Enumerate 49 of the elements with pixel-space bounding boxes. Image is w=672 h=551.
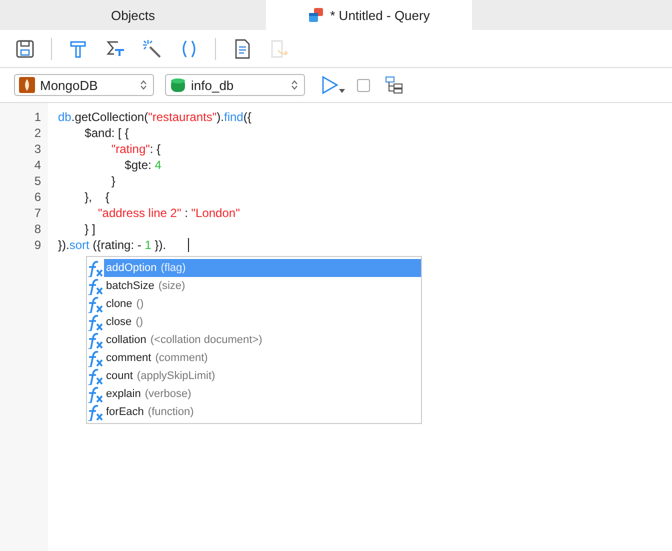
function-icon xyxy=(87,314,104,330)
function-icon xyxy=(87,332,104,348)
function-icon xyxy=(87,404,104,420)
leaf-icon xyxy=(19,77,35,93)
updown-caret-icon xyxy=(140,80,147,90)
line-number: 8 xyxy=(33,221,42,237)
completion-item[interactable]: count (applySkipLimit) xyxy=(104,367,218,385)
tree-icon[interactable] xyxy=(385,76,403,94)
line-number: 4 xyxy=(33,157,42,173)
code-line: db.getCollection("restaurants").find({ xyxy=(58,109,252,125)
tab[interactable]: * Untitled - Query xyxy=(266,0,472,30)
line-number: 6 xyxy=(33,189,42,205)
database-select[interactable]: info_db xyxy=(165,74,305,96)
database-icon xyxy=(170,77,186,93)
function-icon xyxy=(87,386,104,402)
stop-checkbox[interactable] xyxy=(357,78,370,92)
code-line: "address line 2" : "London" xyxy=(97,205,241,221)
completion-item[interactable]: collation (<collation document>) xyxy=(104,331,264,349)
function-icon xyxy=(87,278,104,294)
line-number: 5 xyxy=(33,173,42,189)
line-number: 3 xyxy=(33,141,42,157)
function-icon xyxy=(87,260,104,276)
function-icon xyxy=(87,296,104,312)
code-line: } ] xyxy=(84,221,96,237)
completion-item[interactable]: clone () xyxy=(104,295,146,313)
code-line: $and: [ { xyxy=(84,125,130,141)
code-line: $gte: 4 xyxy=(124,157,162,173)
completion-item[interactable]: explain (verbose) xyxy=(104,385,194,403)
completion-item[interactable]: forEach (function) xyxy=(104,403,196,421)
query-table-icon xyxy=(308,7,324,23)
code-line: } xyxy=(110,173,116,189)
code-line: "rating": { xyxy=(110,141,162,157)
save-icon[interactable] xyxy=(14,38,36,60)
updown-caret-icon xyxy=(291,80,298,90)
code-line: }).sort ({rating: - 1 }). xyxy=(58,237,672,253)
line-number: 9 xyxy=(33,237,42,253)
completion-item[interactable]: close () xyxy=(104,313,146,331)
line-number: 2 xyxy=(33,125,42,141)
code-line: }, { xyxy=(84,189,110,205)
completion-item[interactable]: batchSize (size) xyxy=(104,277,188,295)
function-icon xyxy=(87,350,104,366)
tab[interactable]: Objects xyxy=(30,0,236,30)
connection-select[interactable]: MongoDB xyxy=(14,74,154,96)
function-icon xyxy=(87,368,104,384)
completion-item[interactable]: comment (comment) xyxy=(104,349,210,367)
line-number: 7 xyxy=(33,205,42,221)
magic-wand-icon[interactable] xyxy=(141,38,163,60)
line-number: 1 xyxy=(33,109,42,125)
run-icon[interactable] xyxy=(320,74,346,96)
